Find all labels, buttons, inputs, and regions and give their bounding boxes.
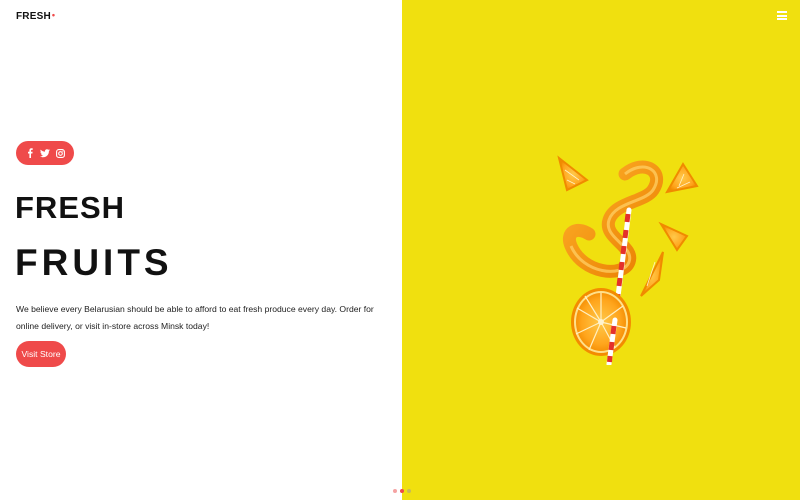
facebook-icon[interactable] [24,148,35,159]
orange-wedge-lower-right [640,251,664,297]
hero-title-line-2: FRUITS [15,242,173,283]
pagination-dot-3[interactable] [407,489,411,493]
brand-name: FRESH [16,11,51,22]
twitter-icon[interactable] [39,148,50,159]
orange-wedge-top-right [665,162,699,194]
orange-slices-image [557,155,699,365]
hero-title-line-1: FRESH [15,190,126,225]
orange-half [571,288,631,365]
social-links [16,141,74,165]
brand-mark: • [51,10,56,20]
orange-wedge-top-left [557,155,589,192]
left-panel: FRESH• FRESH FRUITS We believe every Bel… [0,0,402,500]
pagination-dot-2[interactable] [400,489,404,493]
hero-description: We believe every Belarusian should be ab… [16,304,374,331]
instagram-icon[interactable] [55,148,66,159]
page: FRESH• FRESH FRUITS We believe every Bel… [0,0,800,500]
brand-logo[interactable]: FRESH• [16,10,56,22]
hamburger-icon[interactable] [777,11,787,20]
orange-wedge-middle-right [658,221,689,252]
pagination-dots [393,489,411,493]
visit-store-button[interactable]: Visit Store [16,341,66,367]
pagination-dot-1[interactable] [393,489,397,493]
